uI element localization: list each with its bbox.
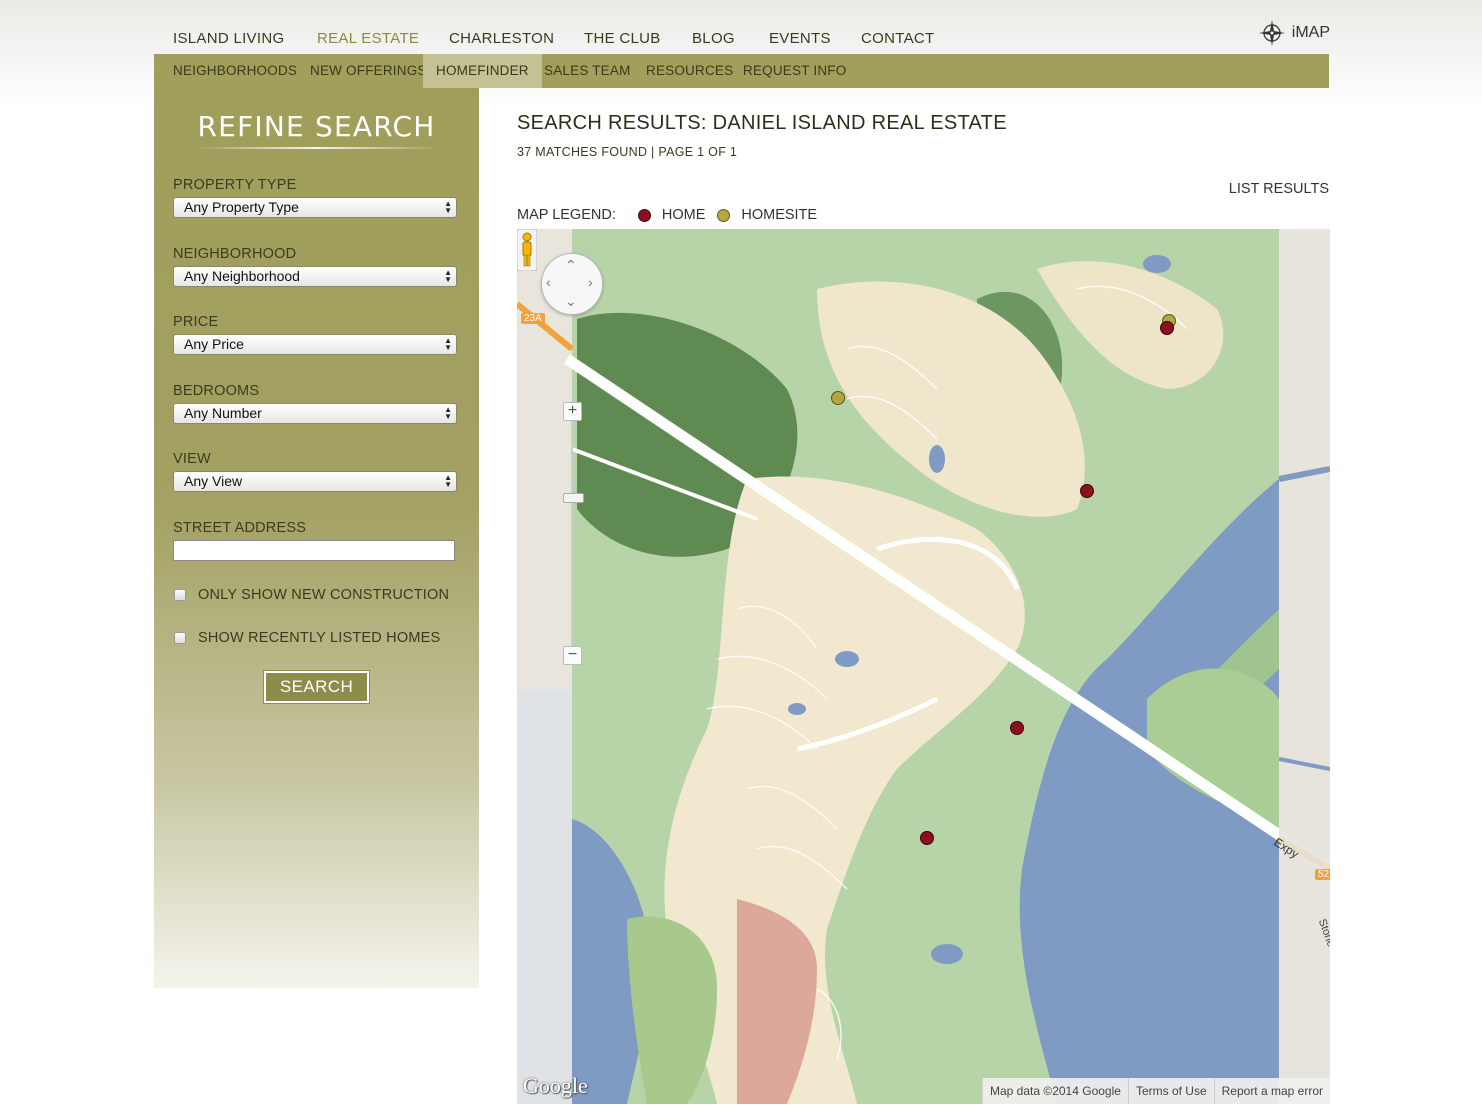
subnav-new-offerings[interactable]: NEW OFFERINGS [310,54,427,88]
home-marker[interactable] [1160,321,1174,335]
price-label: PRICE [173,314,219,330]
view-value: Any View [184,473,243,489]
street-view-pegman-icon[interactable] [517,229,537,271]
map-attribution: Map data ©2014 Google Terms of Use Repor… [982,1078,1330,1104]
select-arrows-icon: ▲ ▼ [444,268,452,284]
new-construction-checkbox[interactable] [174,589,186,601]
property-type-label: PROPERTY TYPE [173,177,297,193]
view-select[interactable]: Any View ▲ ▼ [173,471,457,492]
home-legend-icon [637,208,651,222]
new-construction-label: ONLY SHOW NEW CONSTRUCTION [198,587,450,603]
zoom-track[interactable] [571,404,573,664]
home-marker[interactable] [920,831,934,845]
compass-icon [1258,20,1285,46]
map-legend: MAP LEGEND: HOME HOMESITE [517,207,817,223]
home-marker[interactable] [1080,484,1094,498]
pan-down-icon[interactable]: ⌄ [565,293,577,310]
google-logo: Google [523,1073,588,1098]
map-canvas [517,229,1330,1104]
imap-label: iMAP [1291,24,1330,41]
route-52-shield: 52 [1315,869,1330,880]
homesite-marker[interactable] [831,391,845,405]
results-count: 37 MATCHES FOUND | PAGE 1 OF 1 [517,145,738,159]
results-title: SEARCH RESULTS: DANIEL ISLAND REAL ESTAT… [517,112,1007,134]
nav-charleston[interactable]: CHARLESTON [449,30,554,47]
homesite-legend-label: HOMESITE [741,207,818,223]
select-arrows-icon: ▲ ▼ [444,336,452,352]
bedrooms-label: BEDROOMS [173,383,260,399]
street-address-label: STREET ADDRESS [173,520,307,536]
zoom-slider-handle[interactable] [563,493,584,503]
terms-of-use-link[interactable]: Terms of Use [1127,1078,1214,1104]
pan-left-icon[interactable]: ‹ [546,274,551,290]
subnav-neighborhoods[interactable]: NEIGHBORHOODS [173,54,297,88]
nav-events[interactable]: EVENTS [769,30,831,47]
street-address-input[interactable] [173,540,455,561]
refine-search-heading: REFINE SEARCH [197,110,436,143]
home-legend-label: HOME [661,207,706,223]
zoom-in-button[interactable]: + [563,402,582,421]
heading-divider [194,147,439,149]
nav-island-living[interactable]: ISLAND LIVING [173,30,284,47]
property-type-value: Any Property Type [184,199,299,215]
pan-right-icon[interactable]: › [588,274,593,290]
sub-navigation: NEIGHBORHOODS NEW OFFERINGS HOMEFINDER S… [154,54,1329,88]
list-results-link[interactable]: LIST RESULTS [1229,181,1329,197]
property-type-select[interactable]: Any Property Type ▲ ▼ [173,197,457,218]
neighborhood-select[interactable]: Any Neighborhood ▲ ▼ [173,266,457,287]
recently-listed-label: SHOW RECENTLY LISTED HOMES [198,630,441,646]
nav-contact[interactable]: CONTACT [861,30,934,47]
report-map-error-link[interactable]: Report a map error [1213,1078,1330,1104]
new-construction-option[interactable]: ONLY SHOW NEW CONSTRUCTION [174,587,449,603]
recently-listed-option[interactable]: SHOW RECENTLY LISTED HOMES [174,630,440,646]
neighborhood-value: Any Neighborhood [184,268,300,284]
search-button[interactable]: SEARCH [263,670,370,704]
select-arrows-icon: ▲ ▼ [444,473,452,489]
recently-listed-checkbox[interactable] [174,632,186,644]
subnav-homefinder[interactable]: HOMEFINDER [423,54,542,88]
subnav-request-info[interactable]: REQUEST INFO [743,54,846,88]
main-navigation: ISLAND LIVING REAL ESTATE CHARLESTON THE… [154,20,1330,54]
zoom-out-button[interactable]: − [563,646,582,665]
pan-up-icon[interactable]: ⌃ [565,257,577,274]
subnav-resources[interactable]: RESOURCES [646,54,733,88]
refine-search-panel: REFINE SEARCH PROPERTY TYPE Any Property… [154,88,479,988]
select-arrows-icon: ▲ ▼ [444,405,452,421]
home-marker[interactable] [1010,721,1024,735]
view-label: VIEW [173,451,211,467]
nav-real-estate[interactable]: REAL ESTATE [317,30,419,47]
map-pan-control[interactable]: ⌃ ⌄ ‹ › [541,253,603,315]
neighborhood-label: NEIGHBORHOOD [173,246,297,262]
nav-blog[interactable]: BLOG [692,30,735,47]
bedrooms-value: Any Number [184,405,262,421]
imap-link[interactable]: iMAP [1258,16,1330,50]
subnav-sales-team[interactable]: SALES TEAM [544,54,631,88]
map-data-attribution: Map data ©2014 Google [982,1078,1128,1104]
route-23a-shield: 23A [521,313,545,324]
nav-the-club[interactable]: THE CLUB [584,30,661,47]
price-select[interactable]: Any Price ▲ ▼ [173,334,457,355]
map-legend-label: MAP LEGEND: [517,207,616,223]
price-value: Any Price [184,336,244,352]
results-map[interactable]: 23A 52 Expy Stone ⌃ ⌄ ‹ › + − Google Map… [517,229,1330,1104]
select-arrows-icon: ▲ ▼ [444,199,452,215]
bedrooms-select[interactable]: Any Number ▲ ▼ [173,403,457,424]
homesite-legend-icon [717,208,731,222]
